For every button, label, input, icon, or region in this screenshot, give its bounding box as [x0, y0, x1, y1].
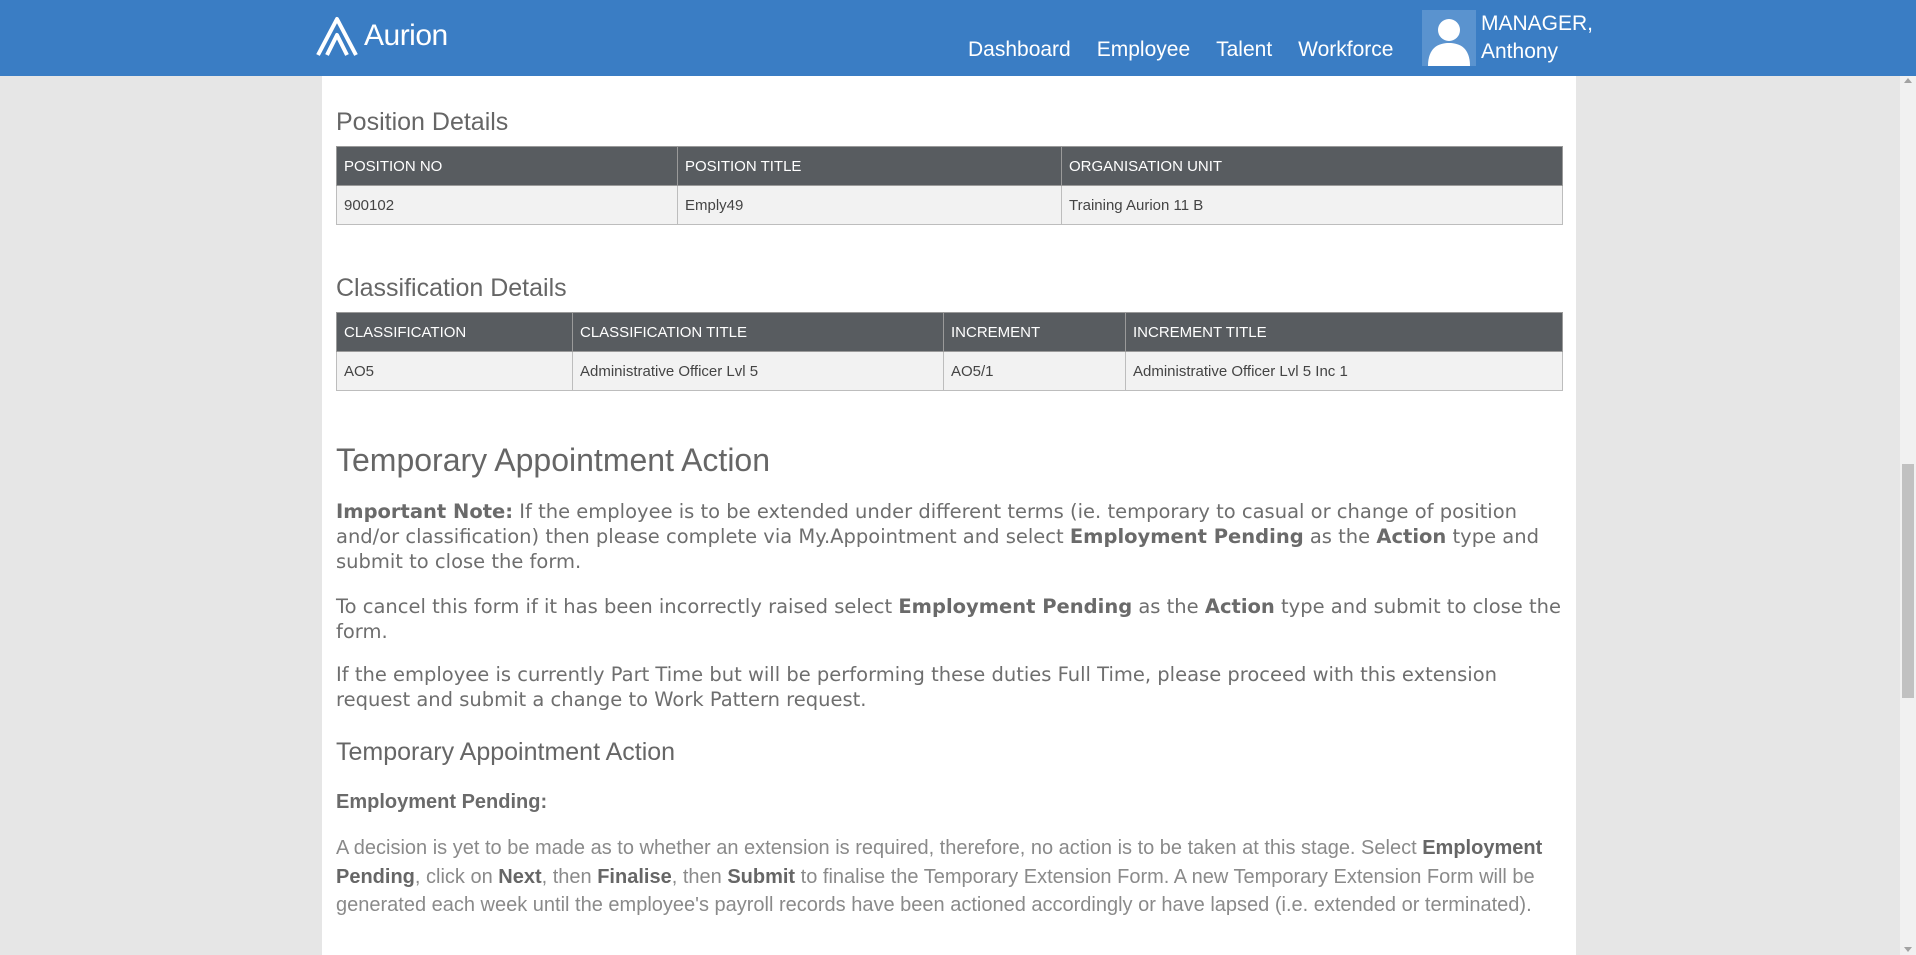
user-menu[interactable]: MANAGER, Anthony [1481, 10, 1593, 66]
note-emphasis: Action [1376, 525, 1447, 548]
user-name-line1: MANAGER, [1481, 12, 1594, 35]
column-header: CLASSIFICATION TITLE [572, 312, 944, 352]
column-header: CLASSIFICATION [336, 312, 573, 352]
main-nav: Dashboard Employee Talent Workforce [968, 38, 1419, 62]
nav-dashboard[interactable]: Dashboard [968, 38, 1071, 62]
table-cell: AO5/1 [943, 351, 1126, 391]
scrollbar-thumb[interactable] [1902, 464, 1914, 698]
classification-details-title: Classification Details [336, 274, 567, 302]
pending-emphasis: Next [498, 865, 542, 888]
column-header: POSITION NO [336, 146, 678, 186]
user-avatar-icon[interactable] [1422, 10, 1476, 66]
note-text: as the [1132, 595, 1205, 618]
nav-workforce[interactable]: Workforce [1298, 38, 1393, 62]
table-header-row: POSITION NO POSITION TITLE ORGANISATION … [336, 146, 1563, 186]
pending-text: , click on [414, 865, 499, 888]
pending-text: A decision is yet to be made as to wheth… [336, 837, 1423, 859]
position-details-table: POSITION NO POSITION TITLE ORGANISATION … [336, 146, 1563, 225]
aurion-logo-icon [316, 17, 358, 56]
position-details-title: Position Details [336, 108, 509, 136]
temporary-appointment-heading: Temporary Appointment Action [336, 442, 771, 478]
employment-pending-paragraph: A decision is yet to be made as to wheth… [336, 834, 1566, 920]
nav-employee[interactable]: Employee [1097, 38, 1190, 62]
column-header: INCREMENT [943, 312, 1126, 352]
table-cell: Administrative Officer Lvl 5 Inc 1 [1125, 351, 1563, 391]
pending-emphasis: Finalise [597, 865, 672, 888]
user-name-line2: Anthony [1481, 40, 1559, 63]
note-emphasis: Employment Pending [898, 595, 1133, 618]
column-header: INCREMENT TITLE [1125, 312, 1563, 352]
table-cell: Training Aurion 11 B [1061, 185, 1563, 225]
nav-talent[interactable]: Talent [1216, 38, 1272, 62]
column-header: POSITION TITLE [677, 146, 1062, 186]
aurion-logo[interactable]: Aurion [316, 14, 448, 58]
cancel-note-paragraph: To cancel this form if it has been incor… [336, 594, 1576, 644]
classification-details-table: CLASSIFICATION CLASSIFICATION TITLE INCR… [336, 312, 1563, 391]
table-row: 900102 Emply49 Training Aurion 11 B [336, 185, 1563, 225]
table-cell: AO5 [336, 351, 573, 391]
pending-text: , then [541, 865, 598, 888]
table-row: AO5 Administrative Officer Lvl 5 AO5/1 A… [336, 351, 1563, 391]
content-panel: Position Details POSITION NO POSITION TI… [322, 76, 1576, 955]
part-time-note-paragraph: If the employee is currently Part Time b… [336, 663, 1497, 711]
table-header-row: CLASSIFICATION CLASSIFICATION TITLE INCR… [336, 312, 1563, 352]
scroll-up-icon[interactable] [1904, 78, 1912, 83]
important-note-paragraph: Important Note: If the employee is to be… [336, 499, 1576, 574]
pending-text: , then [671, 865, 728, 888]
page-scrollbar[interactable] [1900, 76, 1916, 955]
note-text: as the [1303, 525, 1377, 548]
logo-text: Aurion [364, 19, 448, 52]
note-emphasis: Action [1204, 595, 1275, 618]
note-text: To cancel this form if it has been incor… [336, 595, 899, 618]
important-note-label: Important Note: [336, 500, 514, 523]
temporary-appointment-subheading: Temporary Appointment Action [336, 738, 676, 766]
top-navigation-bar: Aurion Dashboard Employee Talent Workfor… [0, 0, 1916, 76]
employment-pending-label: Employment Pending: [336, 791, 548, 813]
column-header: ORGANISATION UNIT [1061, 146, 1563, 186]
table-cell: Administrative Officer Lvl 5 [572, 351, 944, 391]
note-emphasis: Employment Pending [1069, 525, 1304, 548]
pending-emphasis: Submit [727, 865, 796, 888]
table-cell: Emply49 [677, 185, 1062, 225]
table-cell: 900102 [336, 185, 678, 225]
scroll-down-icon[interactable] [1904, 947, 1912, 952]
